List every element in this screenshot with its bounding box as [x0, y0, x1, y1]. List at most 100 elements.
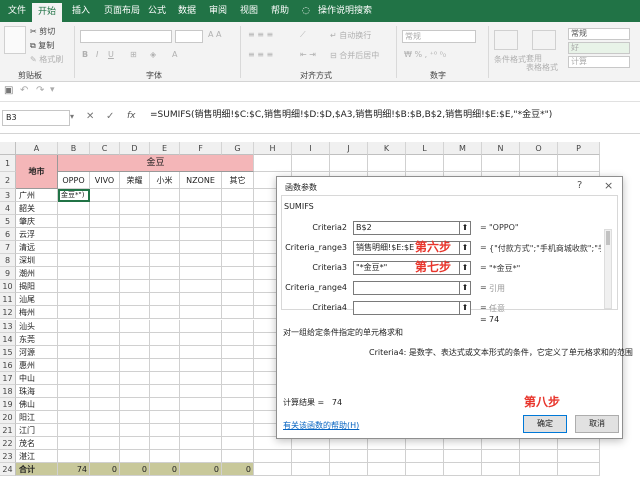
active-cell-b3[interactable]: 金豆*")	[58, 189, 90, 203]
data-cell[interactable]	[90, 202, 120, 216]
column-header-C[interactable]: C	[90, 142, 120, 155]
data-cell[interactable]	[120, 306, 150, 320]
empty-cell[interactable]	[520, 450, 558, 464]
empty-cell[interactable]	[482, 463, 520, 477]
data-cell[interactable]	[222, 450, 254, 464]
data-cell[interactable]	[90, 371, 120, 385]
border-icon[interactable]: ⊞	[130, 50, 137, 59]
style-calc[interactable]: 计算	[568, 56, 630, 68]
data-cell[interactable]	[90, 319, 120, 333]
paste-icon[interactable]	[4, 26, 26, 54]
empty-cell[interactable]	[368, 463, 406, 477]
empty-cell[interactable]	[406, 155, 444, 172]
city-cell[interactable]: 汕头	[16, 319, 58, 333]
fill-color-icon[interactable]: ◈	[150, 50, 156, 59]
copy-button[interactable]: ⧉ 复制	[30, 40, 54, 51]
number-format-box[interactable]: 常规	[402, 30, 476, 43]
row-header-14[interactable]: 14	[0, 332, 16, 346]
data-cell[interactable]	[90, 189, 120, 203]
undo-icon[interactable]: ↶	[20, 85, 28, 96]
city-cell[interactable]: 揭阳	[16, 280, 58, 294]
data-cell[interactable]	[58, 410, 90, 424]
data-cell[interactable]	[150, 345, 180, 359]
data-cell[interactable]	[180, 397, 222, 411]
data-cell[interactable]	[150, 423, 180, 437]
data-cell[interactable]	[180, 228, 222, 242]
data-cell[interactable]	[222, 423, 254, 437]
customize-toolbar-icon[interactable]: ▾	[50, 85, 55, 95]
row-header-22[interactable]: 22	[0, 436, 16, 450]
cancel-icon[interactable]: ✕	[86, 111, 94, 122]
data-cell[interactable]	[120, 384, 150, 398]
data-cell[interactable]	[222, 293, 254, 307]
city-cell[interactable]: 中山	[16, 371, 58, 385]
font-color-icon[interactable]: A	[172, 50, 177, 59]
row-header-4[interactable]: 4	[0, 202, 16, 216]
data-cell[interactable]	[150, 410, 180, 424]
empty-cell[interactable]	[368, 450, 406, 464]
column-header-D[interactable]: D	[120, 142, 150, 155]
city-cell[interactable]: 汕尾	[16, 293, 58, 307]
column-header-P[interactable]: P	[558, 142, 600, 155]
tab-data[interactable]: 数据	[172, 0, 202, 22]
data-cell[interactable]	[120, 436, 150, 450]
total-cell[interactable]: 0	[222, 463, 254, 477]
data-cell[interactable]	[150, 358, 180, 372]
align-top-icon[interactable]: ≡ ≡ ≡	[248, 30, 273, 39]
data-cell[interactable]	[120, 202, 150, 216]
empty-cell[interactable]	[520, 155, 558, 172]
data-cell[interactable]	[222, 306, 254, 320]
data-cell[interactable]	[222, 410, 254, 424]
empty-cell[interactable]	[406, 450, 444, 464]
data-cell[interactable]	[150, 319, 180, 333]
column-header-H[interactable]: H	[254, 142, 292, 155]
data-cell[interactable]	[180, 423, 222, 437]
column-header-J[interactable]: J	[330, 142, 368, 155]
range-select-icon[interactable]: ⬆	[459, 281, 471, 295]
data-cell[interactable]	[180, 189, 222, 203]
data-cell[interactable]	[222, 332, 254, 346]
data-cell[interactable]	[222, 358, 254, 372]
orientation-icon[interactable]: ⟋	[300, 30, 306, 40]
row-header-12[interactable]: 12	[0, 306, 16, 320]
font-name-box[interactable]	[80, 30, 172, 43]
data-cell[interactable]	[150, 267, 180, 281]
column-header-F[interactable]: F	[180, 142, 222, 155]
empty-cell[interactable]	[558, 450, 600, 464]
city-cell[interactable]: 云浮	[16, 228, 58, 242]
data-cell[interactable]	[120, 450, 150, 464]
data-cell[interactable]	[58, 371, 90, 385]
data-cell[interactable]	[58, 450, 90, 464]
cancel-button[interactable]: 取消	[575, 415, 619, 433]
data-cell[interactable]	[120, 410, 150, 424]
data-cell[interactable]	[120, 358, 150, 372]
argument-input[interactable]	[353, 281, 463, 295]
data-cell[interactable]	[58, 332, 90, 346]
format-painter-button[interactable]: ✎ 格式刷	[30, 54, 63, 65]
tab-page-layout[interactable]: 页面布局	[98, 0, 146, 22]
data-cell[interactable]	[120, 332, 150, 346]
data-cell[interactable]	[58, 241, 90, 255]
empty-cell[interactable]	[254, 450, 292, 464]
row-header-2[interactable]: 2	[0, 172, 16, 189]
channel-header-cell[interactable]: VIVO	[90, 172, 120, 189]
data-cell[interactable]	[222, 189, 254, 203]
channel-header-cell[interactable]: OPPO	[58, 172, 90, 189]
data-cell[interactable]	[120, 280, 150, 294]
data-cell[interactable]	[180, 254, 222, 268]
tab-view[interactable]: 视图	[234, 0, 264, 22]
enter-icon[interactable]: ✓	[106, 111, 114, 122]
header-city-cell[interactable]: 地市	[16, 155, 58, 189]
empty-cell[interactable]	[558, 463, 600, 477]
data-cell[interactable]	[180, 293, 222, 307]
total-label-cell[interactable]: 合计	[16, 463, 58, 477]
row-header-20[interactable]: 20	[0, 410, 16, 424]
data-cell[interactable]	[180, 345, 222, 359]
column-header-N[interactable]: N	[482, 142, 520, 155]
data-cell[interactable]	[150, 215, 180, 229]
data-cell[interactable]	[180, 241, 222, 255]
row-header-8[interactable]: 8	[0, 254, 16, 268]
data-cell[interactable]	[150, 254, 180, 268]
row-header-23[interactable]: 23	[0, 450, 16, 464]
data-cell[interactable]	[150, 384, 180, 398]
